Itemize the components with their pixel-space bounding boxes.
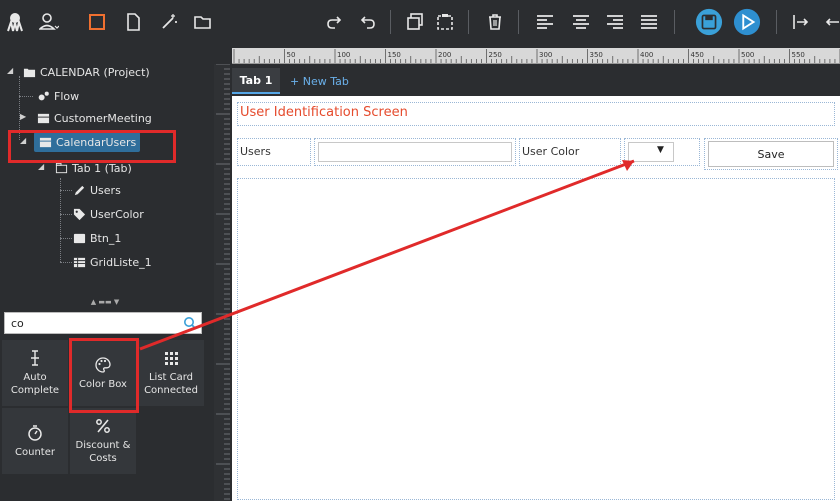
color-select[interactable] xyxy=(628,142,674,162)
expand-arrow-icon[interactable]: ▶ xyxy=(20,112,26,121)
copy-icon[interactable] xyxy=(402,9,428,35)
ruler-label: 200 xyxy=(438,51,451,59)
ruler-label: 300 xyxy=(539,51,552,59)
text-cursor-icon xyxy=(26,349,44,367)
tree-item-label: CALENDAR (Project) xyxy=(40,65,150,79)
toolbar-separator xyxy=(518,10,519,34)
redo-icon[interactable] xyxy=(322,9,348,35)
tree-item-label: CustomerMeeting xyxy=(54,111,152,125)
toolbar xyxy=(0,0,840,44)
users-input[interactable] xyxy=(318,142,512,162)
tree-item-label: Tab 1 (Tab) xyxy=(72,161,132,175)
component-label: Auto xyxy=(23,372,47,383)
ruler-label: 350 xyxy=(590,51,603,59)
tree-item-flow[interactable]: Flow xyxy=(36,86,79,106)
project-tree: ◢ CALENDAR (Project) Flow ▶ CustomerMeet… xyxy=(0,58,210,298)
delete-icon[interactable] xyxy=(482,9,508,35)
grid-icon xyxy=(72,255,86,269)
back-icon[interactable] xyxy=(818,9,840,35)
file-icon[interactable] xyxy=(120,9,146,35)
percent-icon xyxy=(94,417,112,435)
component-counter[interactable]: Counter xyxy=(2,408,68,474)
component-label: Connected xyxy=(144,385,198,396)
screen-title[interactable]: User Identification Screen xyxy=(240,105,408,120)
paste-icon[interactable] xyxy=(432,9,458,35)
run-icon[interactable] xyxy=(732,7,762,37)
tag-icon xyxy=(72,207,86,221)
new-tab-button[interactable]: + New Tab xyxy=(288,68,349,94)
ruler-label: 250 xyxy=(489,51,502,59)
users-label[interactable]: Users xyxy=(240,145,271,158)
ruler-left xyxy=(214,64,230,501)
window-icon xyxy=(36,111,50,125)
folder-icon xyxy=(22,65,36,79)
user-color-label[interactable]: User Color xyxy=(522,145,579,158)
tree-item-label: Users xyxy=(90,183,121,197)
component-discount-costs[interactable]: Discount & Costs xyxy=(70,408,136,474)
tree-item-btn1[interactable]: Btn_1 xyxy=(72,228,121,248)
align-justify-icon[interactable] xyxy=(636,9,662,35)
ruler-label: 150 xyxy=(388,51,401,59)
tree-item-label: Btn_1 xyxy=(90,231,122,245)
pencil-icon xyxy=(72,183,86,197)
ruler-corner xyxy=(214,48,232,64)
tree-item-label: Flow xyxy=(54,89,80,103)
user-icon[interactable] xyxy=(36,9,62,35)
tab-icon xyxy=(54,161,68,175)
collapse-arrow-icon[interactable]: ◢ xyxy=(7,66,13,75)
component-label: Complete xyxy=(10,385,60,396)
component-label: Counter xyxy=(15,446,55,458)
design-canvas[interactable]: User Identification Screen Users User Co… xyxy=(232,96,840,501)
collapse-arrow-icon[interactable]: ◢ xyxy=(38,162,44,171)
component-search[interactable] xyxy=(4,312,202,334)
square-icon[interactable] xyxy=(84,9,110,35)
gears-icon xyxy=(36,89,50,103)
toolbar-separator xyxy=(468,10,469,34)
save-button[interactable]: Save xyxy=(708,141,834,167)
undo-icon[interactable] xyxy=(354,9,380,35)
component-list-card-connected[interactable]: List Card Connected xyxy=(138,340,204,406)
tree-item-label: UserColor xyxy=(90,207,144,221)
folder-icon[interactable] xyxy=(190,9,216,35)
ruler-label: 550 xyxy=(792,51,805,59)
component-auto-complete[interactable]: Auto Complete xyxy=(2,340,68,406)
ruler-label: 400 xyxy=(640,51,653,59)
component-label: List Card xyxy=(148,372,194,383)
tree-item-label: GridListe_1 xyxy=(90,255,152,269)
ruler-label: 500 xyxy=(741,51,754,59)
ruler-label: 50 xyxy=(287,51,296,59)
grid-dots-icon xyxy=(162,349,180,367)
panel-splitter[interactable]: ▲ ▬▬ ▼ xyxy=(0,298,210,306)
grid-container[interactable] xyxy=(237,178,835,500)
logo-icon[interactable] xyxy=(2,9,28,35)
ruler-top: 50100150200250300350400450500550600 xyxy=(232,48,840,64)
button-icon xyxy=(72,231,86,245)
tree-item-customer-meeting[interactable]: CustomerMeeting xyxy=(36,108,152,128)
toolbar-separator xyxy=(674,10,675,34)
export-icon[interactable] xyxy=(788,9,814,35)
save-icon[interactable] xyxy=(694,7,724,37)
toolbar-separator xyxy=(390,10,391,34)
magic-icon[interactable] xyxy=(156,9,182,35)
ruler-label: 100 xyxy=(337,51,350,59)
search-input[interactable] xyxy=(5,313,175,333)
align-center-icon[interactable] xyxy=(568,9,594,35)
ruler-label: 450 xyxy=(691,51,704,59)
search-icon[interactable] xyxy=(183,316,197,330)
tab-bar: Tab 1 + New Tab xyxy=(232,68,840,94)
highlight-box xyxy=(8,130,176,163)
dropdown-arrow-icon[interactable]: ▼ xyxy=(657,145,664,155)
align-left-icon[interactable] xyxy=(532,9,558,35)
align-right-icon[interactable] xyxy=(602,9,628,35)
component-label: Costs xyxy=(89,453,117,464)
component-label: Discount & xyxy=(75,440,131,451)
tree-item-project[interactable]: CALENDAR (Project) xyxy=(22,62,150,82)
toolbar-separator xyxy=(776,10,777,34)
tree-item-grid[interactable]: GridListe_1 xyxy=(72,252,152,272)
stopwatch-icon xyxy=(26,424,44,442)
tree-item-users[interactable]: Users xyxy=(72,180,121,200)
highlight-box xyxy=(69,338,139,413)
tab-tab1[interactable]: Tab 1 xyxy=(232,68,280,94)
tree-item-user-color[interactable]: UserColor xyxy=(72,204,144,224)
